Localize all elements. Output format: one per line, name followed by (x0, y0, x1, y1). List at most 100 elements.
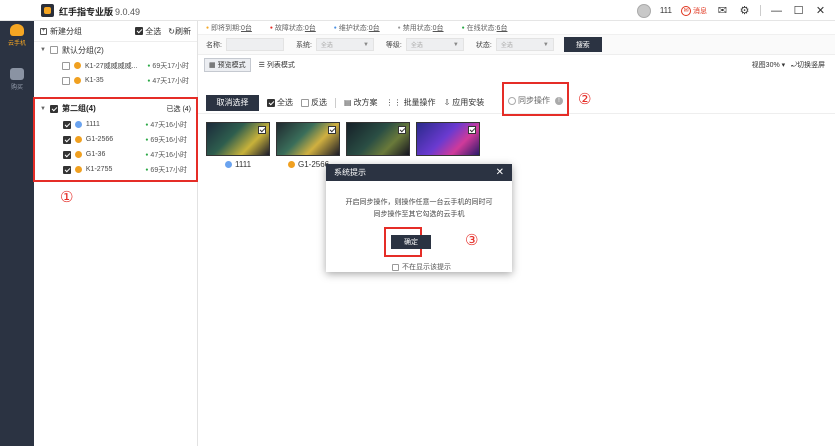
close-icon[interactable]: ✕ (496, 167, 504, 178)
nav-item-buy[interactable]: 购买 (0, 68, 34, 91)
list-item[interactable]: G1-36 47天16小时 (36, 147, 195, 162)
list-item[interactable]: K1-35 47天17小时 (34, 73, 197, 88)
thumb-checkbox[interactable] (398, 126, 406, 134)
device-time: 69天16小时 (145, 135, 187, 145)
state-select[interactable]: 全选 (495, 38, 554, 51)
list-item[interactable]: K1-2755 69天17小时 (36, 162, 195, 177)
status-label: 禁用状态: (402, 24, 433, 32)
sync-radio[interactable] (508, 96, 516, 105)
close-icon[interactable]: ✕ (814, 4, 827, 17)
device-name: G1-2566 (85, 136, 114, 143)
select-all-button[interactable]: 全选 (267, 97, 293, 108)
thumb-checkbox[interactable] (328, 126, 336, 134)
system-select[interactable]: 全选 (315, 38, 374, 51)
dont-show-checkbox[interactable] (392, 263, 399, 271)
system-value: 全选 (320, 43, 333, 49)
status-value: 0台 (368, 24, 380, 32)
device-checkbox[interactable] (63, 165, 71, 174)
change-plan-button[interactable]: ▤ 改方案 (344, 97, 378, 108)
search-button[interactable]: 搜索 (563, 37, 602, 52)
level-label: 等级: (385, 41, 402, 49)
device-checkbox[interactable] (62, 76, 70, 85)
nav-item-cloud-phone[interactable]: 云手机 (0, 24, 34, 47)
message-label: 消息 (693, 7, 707, 15)
preview-mode-button[interactable]: ▦ 预览模式 (204, 58, 251, 72)
device-thumbnail[interactable] (416, 122, 480, 156)
device-thumbnail[interactable] (346, 122, 410, 156)
batch-button[interactable]: ⋮⋮ 批量操作 (386, 97, 436, 108)
status-disabled[interactable]: 禁用状态:0台 (398, 23, 444, 33)
status-expiring[interactable]: 即将到期:0台 (206, 23, 252, 33)
install-icon: ⇩ (443, 98, 451, 107)
avatar[interactable] (636, 3, 651, 18)
plan-label: 改方案 (353, 98, 378, 107)
device-checkbox[interactable] (63, 150, 71, 159)
thumb-checkbox[interactable] (258, 126, 266, 134)
confirm-button[interactable]: 确定 (391, 235, 431, 249)
info-icon[interactable]: ! (555, 96, 563, 105)
refresh-button[interactable]: ↻刷新 (168, 26, 191, 37)
mail-icon[interactable]: ✉ (716, 4, 729, 17)
status-value: 0台 (304, 24, 316, 32)
user-name[interactable]: 111 (660, 6, 672, 15)
thumb-checkbox[interactable] (468, 126, 476, 134)
app-version: 9.0.49 (115, 7, 141, 17)
minimize-icon[interactable]: — (770, 4, 783, 17)
name-input[interactable] (225, 38, 284, 51)
device-thumbnail[interactable] (206, 122, 270, 156)
message-button[interactable]: ✉ 消息 (681, 5, 707, 16)
group-panel: +新建分组 全选 ↻刷新 ▼ 默认分组(2) K1-27威威威威... 69天1… (34, 21, 198, 446)
maximize-icon[interactable]: ☐ (792, 4, 805, 17)
status-strip: 即将到期:0台 故障状态:0台 维护状态:0台 禁用状态:0台 在线状态:6台 (198, 21, 835, 35)
install-label: 应用安装 (452, 98, 485, 107)
sync-toggle[interactable]: 同步操作 ! (508, 95, 563, 106)
list-mode-button[interactable]: ☰ 列表模式 (255, 58, 299, 72)
level-select[interactable]: 全选 (405, 38, 464, 51)
nav-rail: 云手机 购买 (0, 0, 34, 446)
new-group-button[interactable]: + 新建分组 (40, 26, 82, 37)
select-all-groups[interactable]: 全选 (135, 26, 161, 37)
gear-icon[interactable]: ⚙ (738, 4, 751, 17)
device-checkbox[interactable] (63, 120, 71, 129)
checkbox-icon (267, 98, 275, 107)
group2-select-label: 已选 (4) (166, 105, 192, 113)
status-maintenance[interactable]: 维护状态:0台 (334, 23, 380, 33)
cancel-select-button[interactable]: 取消选择 (206, 94, 259, 111)
new-group-label: 新建分组 (50, 26, 82, 36)
device-time: 47天16小时 (145, 120, 187, 130)
device-thumbnail[interactable] (276, 122, 340, 156)
device-icon (225, 161, 232, 168)
status-label: 故障状态: (274, 24, 305, 32)
device-name: K1-35 (85, 77, 104, 84)
android-icon (288, 161, 295, 168)
device-checkbox[interactable] (62, 61, 70, 70)
group-checkbox[interactable] (49, 104, 58, 113)
zoom-select[interactable]: 视图30% ▾ (752, 60, 785, 70)
buy-icon (10, 68, 24, 80)
default-group-header[interactable]: ▼ 默认分组(2) (34, 42, 197, 58)
thumb-label: 1111 (225, 160, 251, 169)
status-value: 0台 (432, 24, 444, 32)
device-time: 69天17小时 (147, 61, 189, 71)
thumb-label: G1-2566 (288, 160, 329, 169)
list-item[interactable]: K1-27威威威威... 69天17小时 (34, 58, 197, 73)
group2-header[interactable]: ▼ 第二组(4) 已选 (4) (36, 100, 195, 117)
thumb-name: 1111 (235, 160, 252, 169)
state-value: 全选 (500, 43, 513, 49)
dialog-body: 开启同步操作，则操作任意一台云手机的同时可 同步操作至其它勾选的云手机 (326, 181, 512, 221)
group-checkbox[interactable] (49, 46, 58, 54)
invert-button[interactable]: 反选 (301, 97, 327, 108)
checkbox-icon (301, 98, 309, 107)
status-online[interactable]: 在线状态:6台 (462, 23, 508, 33)
refresh-icon: ↻ (168, 26, 175, 36)
dont-show-again[interactable]: 不在显示该提示 (392, 262, 451, 272)
status-value: 6台 (496, 24, 508, 32)
list-item[interactable]: 1111 47天16小时 (36, 117, 195, 132)
group2-highlight: ▼ 第二组(4) 已选 (4) 1111 47天16小时 G1-2566 69天… (33, 97, 198, 182)
list-item[interactable]: G1-2566 69天16小时 (36, 132, 195, 147)
switch-orientation-button[interactable]: ⤾切换竖屏 (791, 60, 825, 70)
install-button[interactable]: ⇩ 应用安装 (444, 97, 485, 108)
status-fault[interactable]: 故障状态:0台 (270, 23, 316, 33)
cloud-phone-icon (10, 24, 24, 36)
device-checkbox[interactable] (63, 135, 71, 144)
